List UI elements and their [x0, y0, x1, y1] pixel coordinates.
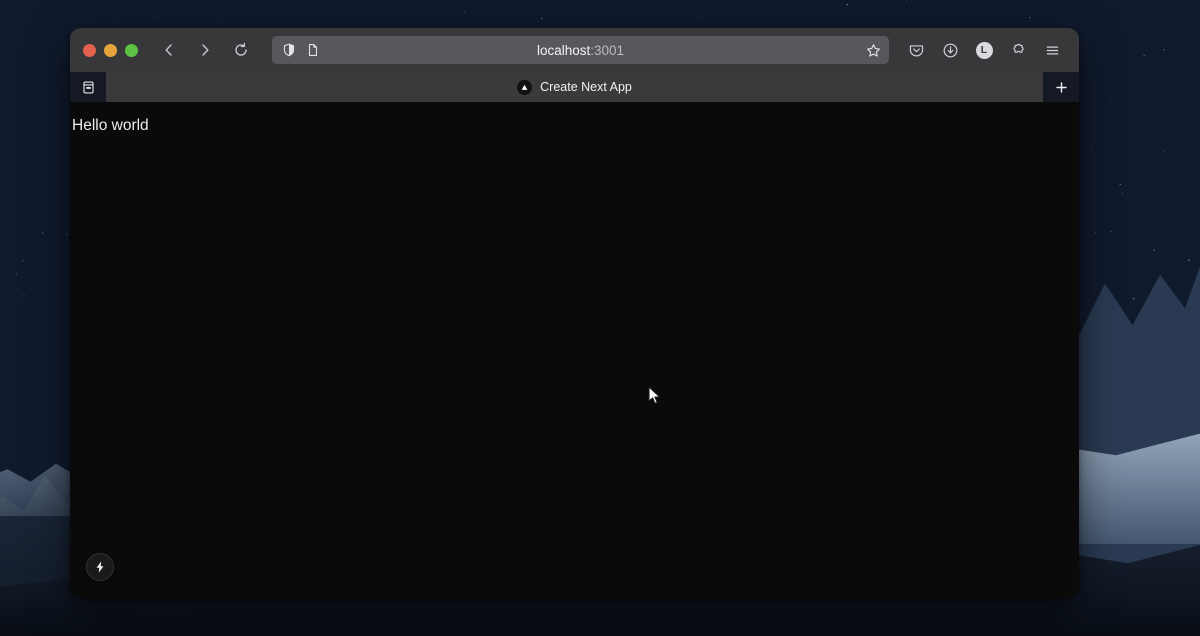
pocket-button[interactable]: [901, 36, 931, 64]
tab-create-next-app[interactable]: Create Next App: [507, 72, 642, 102]
tab-title: Create Next App: [540, 80, 632, 94]
avatar: L: [975, 41, 993, 59]
reload-icon: [235, 42, 247, 56]
triangle-glyph: [521, 84, 528, 90]
chevron-left-icon: [165, 44, 172, 56]
app-menu-button[interactable]: [1037, 36, 1067, 64]
window-traffic-lights: [83, 43, 138, 57]
list-all-tabs-button[interactable]: [70, 72, 106, 102]
navigation-buttons: [154, 36, 256, 64]
chevron-right-icon: [202, 44, 209, 56]
new-tab-button[interactable]: [1043, 72, 1079, 102]
lightning-bolt-icon: [96, 561, 104, 573]
browser-window: localhost:3001 L Create Next App Hello w…: [70, 28, 1079, 598]
container-tabs-icon: [82, 81, 94, 94]
reload-button[interactable]: [226, 36, 256, 64]
forward-button[interactable]: [190, 36, 220, 64]
nextjs-devtools-badge[interactable]: [86, 553, 114, 581]
page-info-icon[interactable]: [306, 43, 320, 57]
puzzle-piece-icon: [1012, 43, 1024, 53]
downloads-button[interactable]: [935, 36, 965, 64]
toolbar-right-buttons: L: [901, 36, 1067, 64]
page-heading: Hello world: [72, 117, 149, 134]
tab-row: Create Next App: [106, 72, 1043, 102]
url-host: localhost: [536, 42, 591, 58]
urlbar-identity-icons: [282, 43, 320, 57]
extensions-button[interactable]: [1003, 36, 1033, 64]
navigation-toolbar: localhost:3001 L: [70, 28, 1079, 72]
minimize-window-button[interactable]: [104, 43, 117, 57]
url-bar[interactable]: localhost:3001: [272, 36, 889, 64]
url-text: localhost:3001: [272, 43, 889, 58]
star-icon: [867, 43, 880, 57]
pocket-icon: [909, 44, 923, 56]
back-button[interactable]: [154, 36, 184, 64]
maximize-window-button[interactable]: [125, 43, 138, 57]
hamburger-menu-icon: [1046, 45, 1058, 55]
url-port: :3001: [590, 42, 625, 58]
page-content: Hello world: [70, 102, 1079, 598]
plus-icon: [1055, 81, 1067, 93]
avatar-initial: L: [980, 43, 988, 56]
shield-icon[interactable]: [282, 43, 296, 57]
close-window-button[interactable]: [83, 43, 96, 57]
nextjs-triangle-icon: [517, 79, 533, 95]
tab-strip: Create Next App: [70, 72, 1079, 102]
download-icon: [943, 43, 957, 57]
account-button[interactable]: L: [969, 36, 999, 64]
bookmark-button[interactable]: [866, 43, 881, 58]
